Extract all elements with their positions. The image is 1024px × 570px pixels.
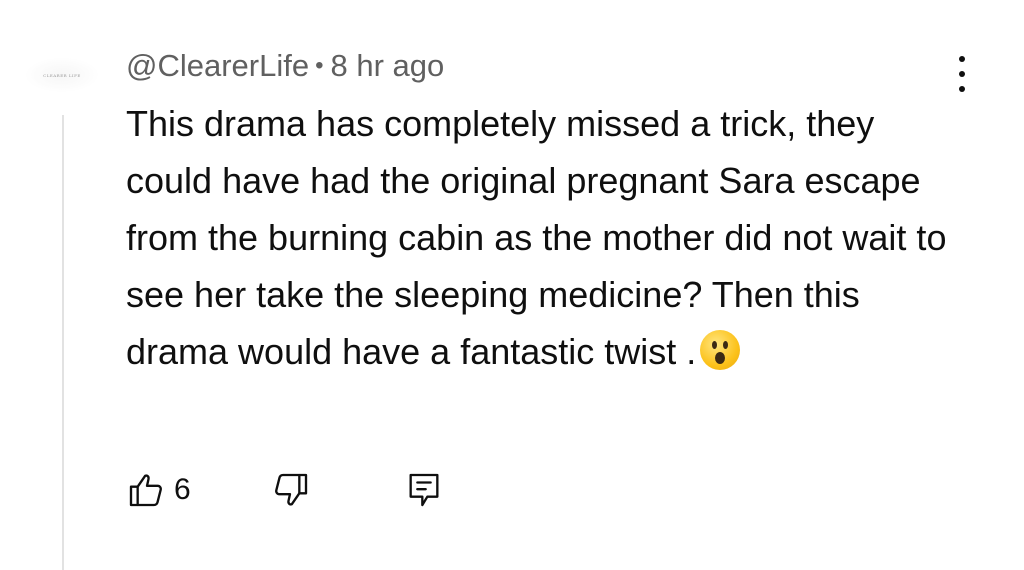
comment-header: @ClearerLife • 8 hr ago bbox=[126, 46, 444, 89]
comment-body: This drama has completely missed a trick… bbox=[126, 95, 956, 380]
more-options-button[interactable] bbox=[948, 54, 976, 94]
comment-card: CLEARER LIFE @ClearerLife • 8 hr ago This … bbox=[0, 0, 1024, 570]
hushed-face-emoji-icon bbox=[700, 330, 741, 370]
avatar[interactable]: CLEARER LIFE bbox=[26, 58, 98, 92]
separator-dot: • bbox=[315, 52, 324, 79]
comment-time[interactable]: 8 hr ago bbox=[331, 48, 445, 83]
like-button[interactable]: 6 bbox=[126, 470, 191, 510]
dislike-button[interactable] bbox=[271, 470, 311, 510]
avatar-logo-text: CLEARER LIFE bbox=[43, 72, 81, 78]
like-count: 6 bbox=[174, 473, 191, 506]
thumbs-down-icon bbox=[275, 473, 308, 506]
thread-line bbox=[62, 115, 64, 570]
reply-button[interactable] bbox=[404, 470, 444, 510]
more-vertical-icon bbox=[959, 56, 965, 62]
reply-comment-icon bbox=[409, 473, 439, 507]
thumbs-up-icon bbox=[129, 474, 162, 507]
author-name[interactable]: @ClearerLife bbox=[126, 48, 309, 83]
comment-text: This drama has completely missed a trick… bbox=[126, 103, 947, 372]
